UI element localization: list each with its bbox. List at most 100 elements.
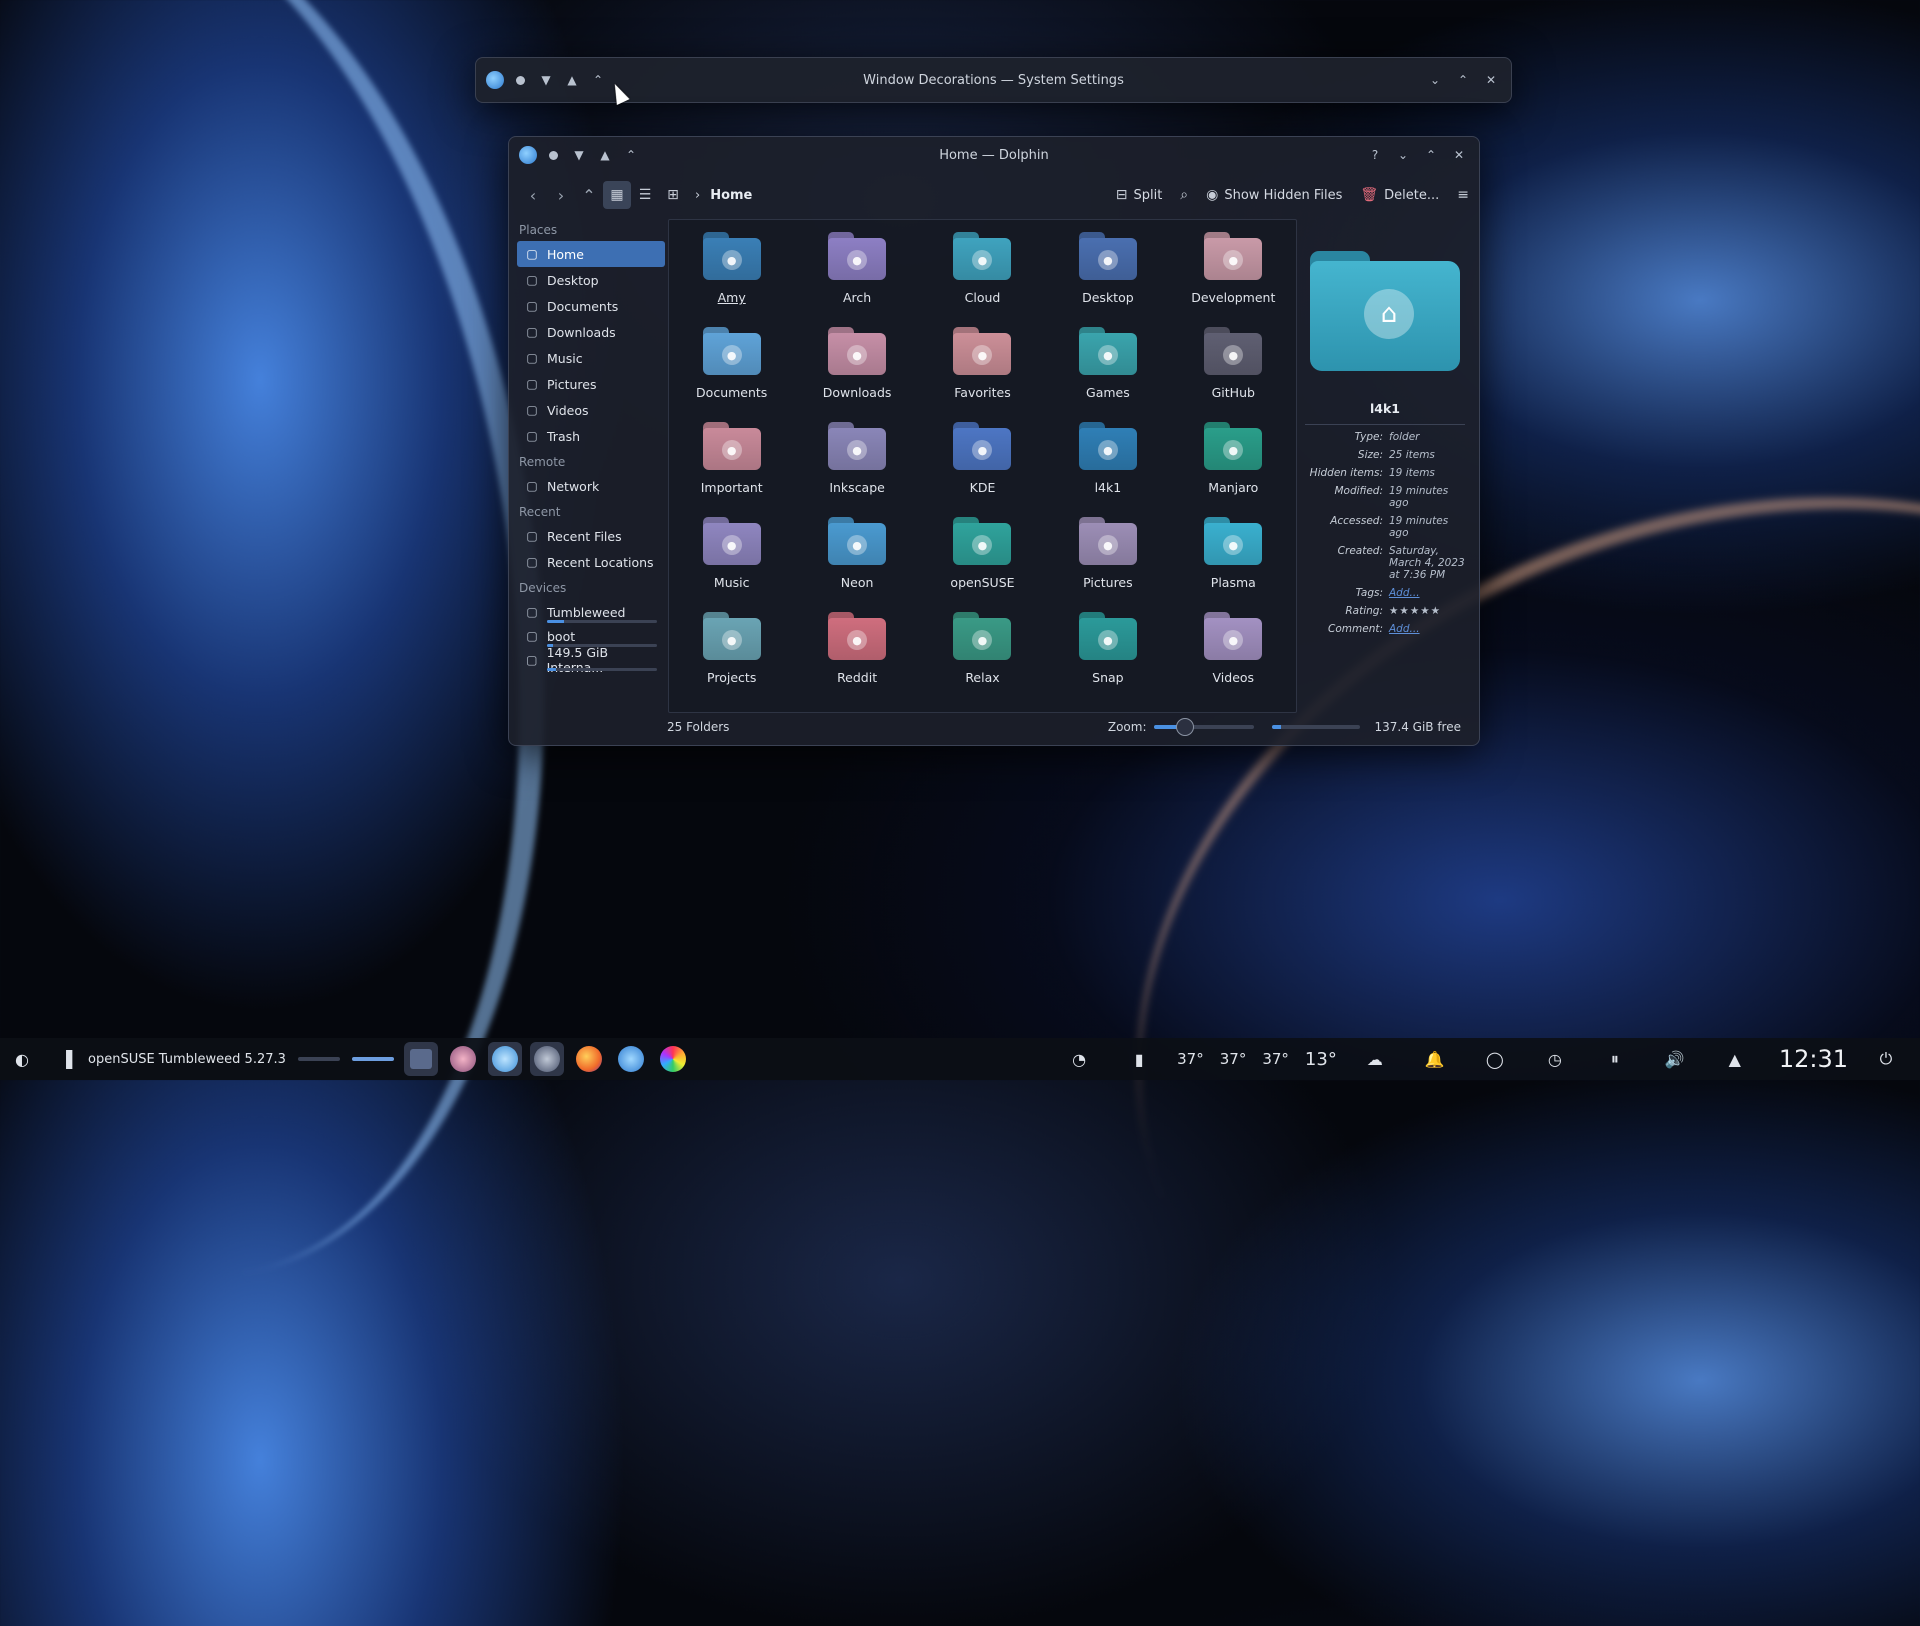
minimize-icon[interactable]: ⌄ xyxy=(1393,145,1413,165)
zoom-slider[interactable] xyxy=(1154,718,1255,736)
hamburger-menu-button[interactable]: ≡ xyxy=(1457,187,1469,203)
folder-item[interactable]: ● Cloud xyxy=(920,226,1045,321)
task-label[interactable]: openSUSE Tumbleweed 5.27.3 xyxy=(88,1052,286,1067)
sidebar-item-documents[interactable]: ▢ Documents xyxy=(517,293,665,319)
file-grid[interactable]: ● Amy ● Arch ● Cloud ● Desktop ● Development ● Docu… xyxy=(668,219,1297,713)
virtual-desktop-2[interactable] xyxy=(351,1057,394,1061)
keep-above-icon[interactable]: ▲ xyxy=(595,145,615,165)
search-button[interactable]: ⌕ xyxy=(1180,187,1188,203)
keep-above-icon[interactable]: ▲ xyxy=(562,70,582,90)
sidebar-item-recent-locations[interactable]: ▢ Recent Locations xyxy=(517,549,665,575)
folder-item[interactable]: ● Amy xyxy=(669,226,794,321)
dolphin-app-icon[interactable] xyxy=(519,146,537,164)
pin-icon[interactable] xyxy=(543,145,563,165)
task-app-pink[interactable] xyxy=(446,1042,480,1076)
pin-icon[interactable] xyxy=(510,70,530,90)
minimize-icon[interactable]: ⌄ xyxy=(1425,70,1445,90)
sidebar-item-videos[interactable]: ▢ Videos xyxy=(517,397,665,423)
settings-window[interactable]: ▼ ▲ ⌃ Window Decorations — System Settin… xyxy=(475,57,1512,103)
settings-app-icon[interactable] xyxy=(486,71,504,89)
folder-item[interactable]: ● Videos xyxy=(1171,606,1296,701)
breadcrumb[interactable]: › Home xyxy=(695,188,752,203)
compact-view-button[interactable]: ☰ xyxy=(631,181,659,209)
sidebar-item-recent-files[interactable]: ▢ Recent Files xyxy=(517,523,665,549)
network-icon[interactable]: ◯ xyxy=(1481,1045,1509,1073)
folder-item[interactable]: ● Neon xyxy=(794,511,919,606)
folder-item[interactable]: ● Music xyxy=(669,511,794,606)
forward-button[interactable]: › xyxy=(547,181,575,209)
folder-item[interactable]: ● Reddit xyxy=(794,606,919,701)
keep-below-icon[interactable]: ▼ xyxy=(536,70,556,90)
back-button[interactable]: ‹ xyxy=(519,181,547,209)
delete-button[interactable]: 🗑 Delete... xyxy=(1360,187,1439,203)
up-button[interactable]: ⌃ xyxy=(575,181,603,209)
steam-icon[interactable]: ◔ xyxy=(1065,1045,1093,1073)
system-monitor-icon[interactable]: ▮ xyxy=(1125,1045,1153,1073)
volume-icon[interactable]: 🔊 xyxy=(1661,1045,1689,1073)
folder-item[interactable]: ● Documents xyxy=(669,321,794,416)
weather-temp[interactable]: 13° xyxy=(1305,1049,1337,1070)
icons-view-button[interactable]: ▦ xyxy=(603,181,631,209)
folder-item[interactable]: ● Relax xyxy=(920,606,1045,701)
folder-item[interactable]: ● Inkscape xyxy=(794,416,919,511)
show-hidden-files-button[interactable]: ◉ Show Hidden Files xyxy=(1206,187,1342,203)
settings-titlebar[interactable]: ▼ ▲ ⌃ Window Decorations — System Settin… xyxy=(476,58,1511,102)
folder-item[interactable]: ● Manjaro xyxy=(1171,416,1296,511)
close-icon[interactable]: ✕ xyxy=(1481,70,1501,90)
folder-item[interactable]: ● Projects xyxy=(669,606,794,701)
sidebar-item-home[interactable]: ▢ Home xyxy=(517,241,665,267)
task-app-folder[interactable] xyxy=(403,1042,438,1076)
zoom-slider-handle[interactable] xyxy=(1176,718,1195,736)
tags-add-link[interactable]: Add... xyxy=(1389,587,1465,599)
folder-item[interactable]: ● Favorites xyxy=(920,321,1045,416)
maximize-icon[interactable]: ⌃ xyxy=(1453,70,1473,90)
sidebar-item-trash[interactable]: ▢ Trash xyxy=(517,423,665,449)
power-icon[interactable]: ⏻ xyxy=(1872,1045,1900,1073)
cloud-icon[interactable]: ☁ xyxy=(1361,1045,1389,1073)
application-launcher-icon[interactable]: ◐ xyxy=(8,1045,36,1073)
folder-item[interactable]: ● Development xyxy=(1171,226,1296,321)
clock[interactable]: 12:31 xyxy=(1779,1045,1848,1073)
split-button[interactable]: ⊟ Split xyxy=(1116,187,1163,203)
folder-item[interactable]: ● Plasma xyxy=(1171,511,1296,606)
dolphin-window[interactable]: ▼ ▲ ⌃ Home — Dolphin ? ⌄ ⌃ ✕ ‹ › ⌃ ▦ ☰ ⊞… xyxy=(508,136,1480,746)
keep-below-icon[interactable]: ▼ xyxy=(569,145,589,165)
folder-item[interactable]: ● KDE xyxy=(920,416,1045,511)
sidebar-item-network[interactable]: ▢ Network xyxy=(517,473,665,499)
help-icon[interactable]: ? xyxy=(1365,145,1385,165)
shade-icon[interactable]: ⌃ xyxy=(588,70,608,90)
sidebar-item-music[interactable]: ▢ Music xyxy=(517,345,665,371)
media-icon[interactable]: ◷ xyxy=(1541,1045,1569,1073)
maximize-icon[interactable]: ⌃ xyxy=(1421,145,1441,165)
details-view-button[interactable]: ⊞ xyxy=(659,181,687,209)
dolphin-titlebar[interactable]: ▼ ▲ ⌃ Home — Dolphin ? ⌄ ⌃ ✕ xyxy=(509,137,1479,173)
sidebar-item-desktop[interactable]: ▢ Desktop xyxy=(517,267,665,293)
folder-item[interactable]: ● openSUSE xyxy=(920,511,1045,606)
folder-item[interactable]: ● Pictures xyxy=(1045,511,1170,606)
sidebar-item-pictures[interactable]: ▢ Pictures xyxy=(517,371,665,397)
folder-item[interactable]: ● GitHub xyxy=(1171,321,1296,416)
folder-item[interactable]: ● Downloads xyxy=(794,321,919,416)
task-app-settings[interactable] xyxy=(529,1042,564,1076)
reddit-folder-icon: ● xyxy=(828,612,887,660)
shade-icon[interactable]: ⌃ xyxy=(621,145,641,165)
comment-add-link[interactable]: Add... xyxy=(1389,623,1465,635)
sidebar-item-downloads[interactable]: ▢ Downloads xyxy=(517,319,665,345)
breadcrumb-home[interactable]: Home xyxy=(710,188,752,203)
task-app-blue[interactable] xyxy=(487,1042,522,1076)
close-icon[interactable]: ✕ xyxy=(1449,145,1469,165)
folder-item[interactable]: ● Games xyxy=(1045,321,1170,416)
folder-item[interactable]: ● Arch xyxy=(794,226,919,321)
folder-item[interactable]: ● l4k1 xyxy=(1045,416,1170,511)
expand-tray-icon[interactable]: ▲ xyxy=(1721,1045,1749,1073)
pause-icon[interactable]: ⏸ xyxy=(1601,1045,1629,1073)
folder-item[interactable]: ● Important xyxy=(669,416,794,511)
rating-stars[interactable]: ★★★★★ xyxy=(1389,605,1465,617)
folder-item[interactable]: ● Snap xyxy=(1045,606,1170,701)
notifications-icon[interactable]: 🔔 xyxy=(1421,1045,1449,1073)
dolphin-task-icon[interactable] xyxy=(614,1042,648,1076)
photos-icon[interactable] xyxy=(656,1042,690,1076)
folder-item[interactable]: ● Desktop xyxy=(1045,226,1170,321)
virtual-desktop-1[interactable] xyxy=(297,1057,340,1061)
firefox-icon[interactable] xyxy=(572,1042,606,1076)
